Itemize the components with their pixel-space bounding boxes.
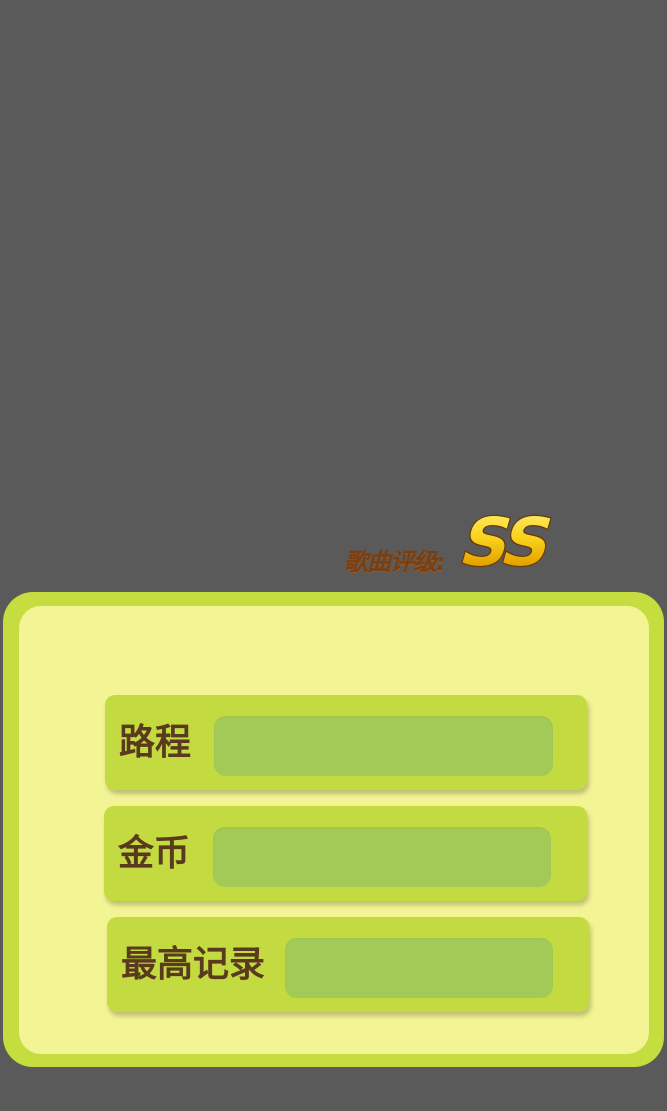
best-record-row: 最高记录 bbox=[107, 917, 589, 1012]
result-panel-body: 路程 金币 最高记录 bbox=[19, 606, 649, 1054]
distance-row: 路程 bbox=[105, 695, 587, 790]
best-record-label: 最高记录 bbox=[121, 944, 266, 985]
coins-label: 金币 bbox=[118, 833, 191, 874]
distance-label: 路程 bbox=[119, 722, 192, 763]
best-record-value bbox=[285, 938, 553, 998]
song-rating-label: 歌曲评级: bbox=[344, 548, 446, 576]
coins-row: 金币 bbox=[104, 806, 587, 901]
result-panel: 路程 金币 最高记录 bbox=[3, 592, 664, 1067]
coins-value bbox=[213, 827, 551, 887]
rating-grade-ss: SS bbox=[460, 505, 560, 577]
rating-grade-text: SS bbox=[460, 505, 559, 577]
distance-value bbox=[214, 716, 553, 776]
song-rating: 歌曲评级: SS bbox=[344, 505, 606, 577]
